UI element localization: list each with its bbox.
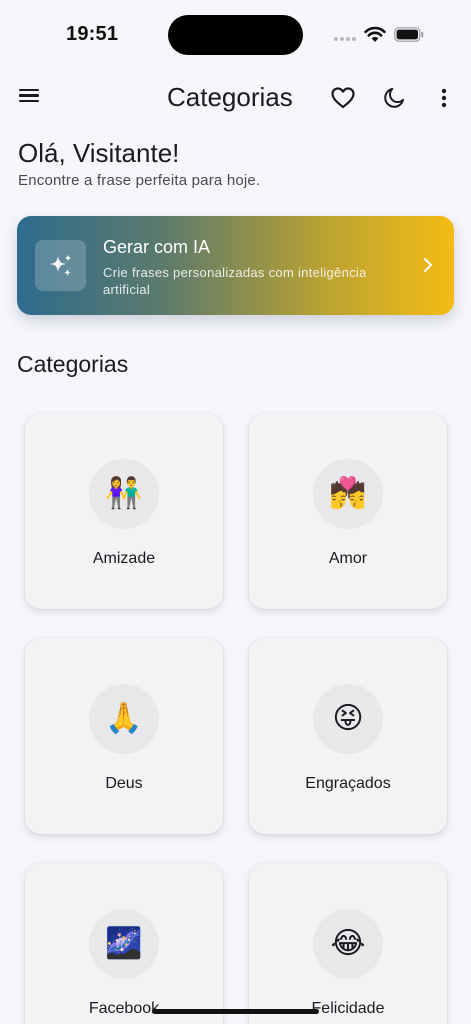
category-label: Amizade bbox=[92, 550, 156, 567]
tears-of-joy-icon: 😂 bbox=[313, 909, 383, 979]
ai-card-description: Crie frases personalizadas com inteligên… bbox=[103, 265, 367, 297]
praying-hands-icon: 🙏 bbox=[89, 684, 159, 754]
greeting-subtitle: Encontre a frase perfeita para hoje. bbox=[18, 172, 261, 189]
tongue-face-icon: 😝 bbox=[313, 684, 383, 754]
greeting-title: Olá, Visitante! bbox=[18, 138, 180, 168]
category-card-amizade[interactable]: 👫 Amizade bbox=[25, 413, 223, 609]
status-time: 19:51 bbox=[66, 23, 119, 45]
category-label: Deus bbox=[105, 775, 143, 792]
app-bar: Categorias bbox=[0, 70, 471, 126]
category-card-facebook[interactable]: 🌌 Facebook bbox=[25, 863, 223, 1024]
category-card-amor[interactable]: 💏 Amor bbox=[249, 413, 447, 609]
category-card-engracados[interactable]: 😝 Engraçados bbox=[249, 638, 447, 834]
ai-card-title: Gerar com IA bbox=[103, 237, 211, 257]
moon-icon[interactable] bbox=[380, 84, 408, 112]
signal-icon bbox=[334, 37, 356, 41]
couple-icon: 👫 bbox=[89, 459, 159, 529]
menu-icon[interactable] bbox=[18, 86, 44, 110]
category-label: Engraçados bbox=[305, 775, 391, 792]
app-screen: 19:51 Categorias Olá, Visitante! Encontr… bbox=[0, 0, 471, 1024]
category-card-felicidade[interactable]: 😂 Felicidade bbox=[249, 863, 447, 1024]
sparkles-icon bbox=[35, 240, 86, 291]
categories-section-title: Categorias bbox=[17, 351, 129, 377]
page-title: Categorias bbox=[167, 82, 293, 112]
heart-icon[interactable] bbox=[329, 84, 357, 112]
category-label: Amor bbox=[328, 550, 368, 567]
battery-icon bbox=[394, 27, 424, 42]
wifi-icon bbox=[364, 26, 386, 42]
generate-ai-card[interactable]: Gerar com IA Crie frases personalizadas … bbox=[17, 216, 454, 315]
category-card-deus[interactable]: 🙏 Deus bbox=[25, 638, 223, 834]
kiss-icon: 💏 bbox=[313, 459, 383, 529]
status-bar: 19:51 bbox=[0, 0, 471, 70]
more-vert-icon[interactable] bbox=[430, 84, 458, 112]
dynamic-island bbox=[168, 15, 303, 55]
chevron-right-icon bbox=[424, 258, 432, 272]
milky-way-icon: 🌌 bbox=[89, 909, 159, 979]
home-indicator[interactable] bbox=[152, 1009, 319, 1014]
